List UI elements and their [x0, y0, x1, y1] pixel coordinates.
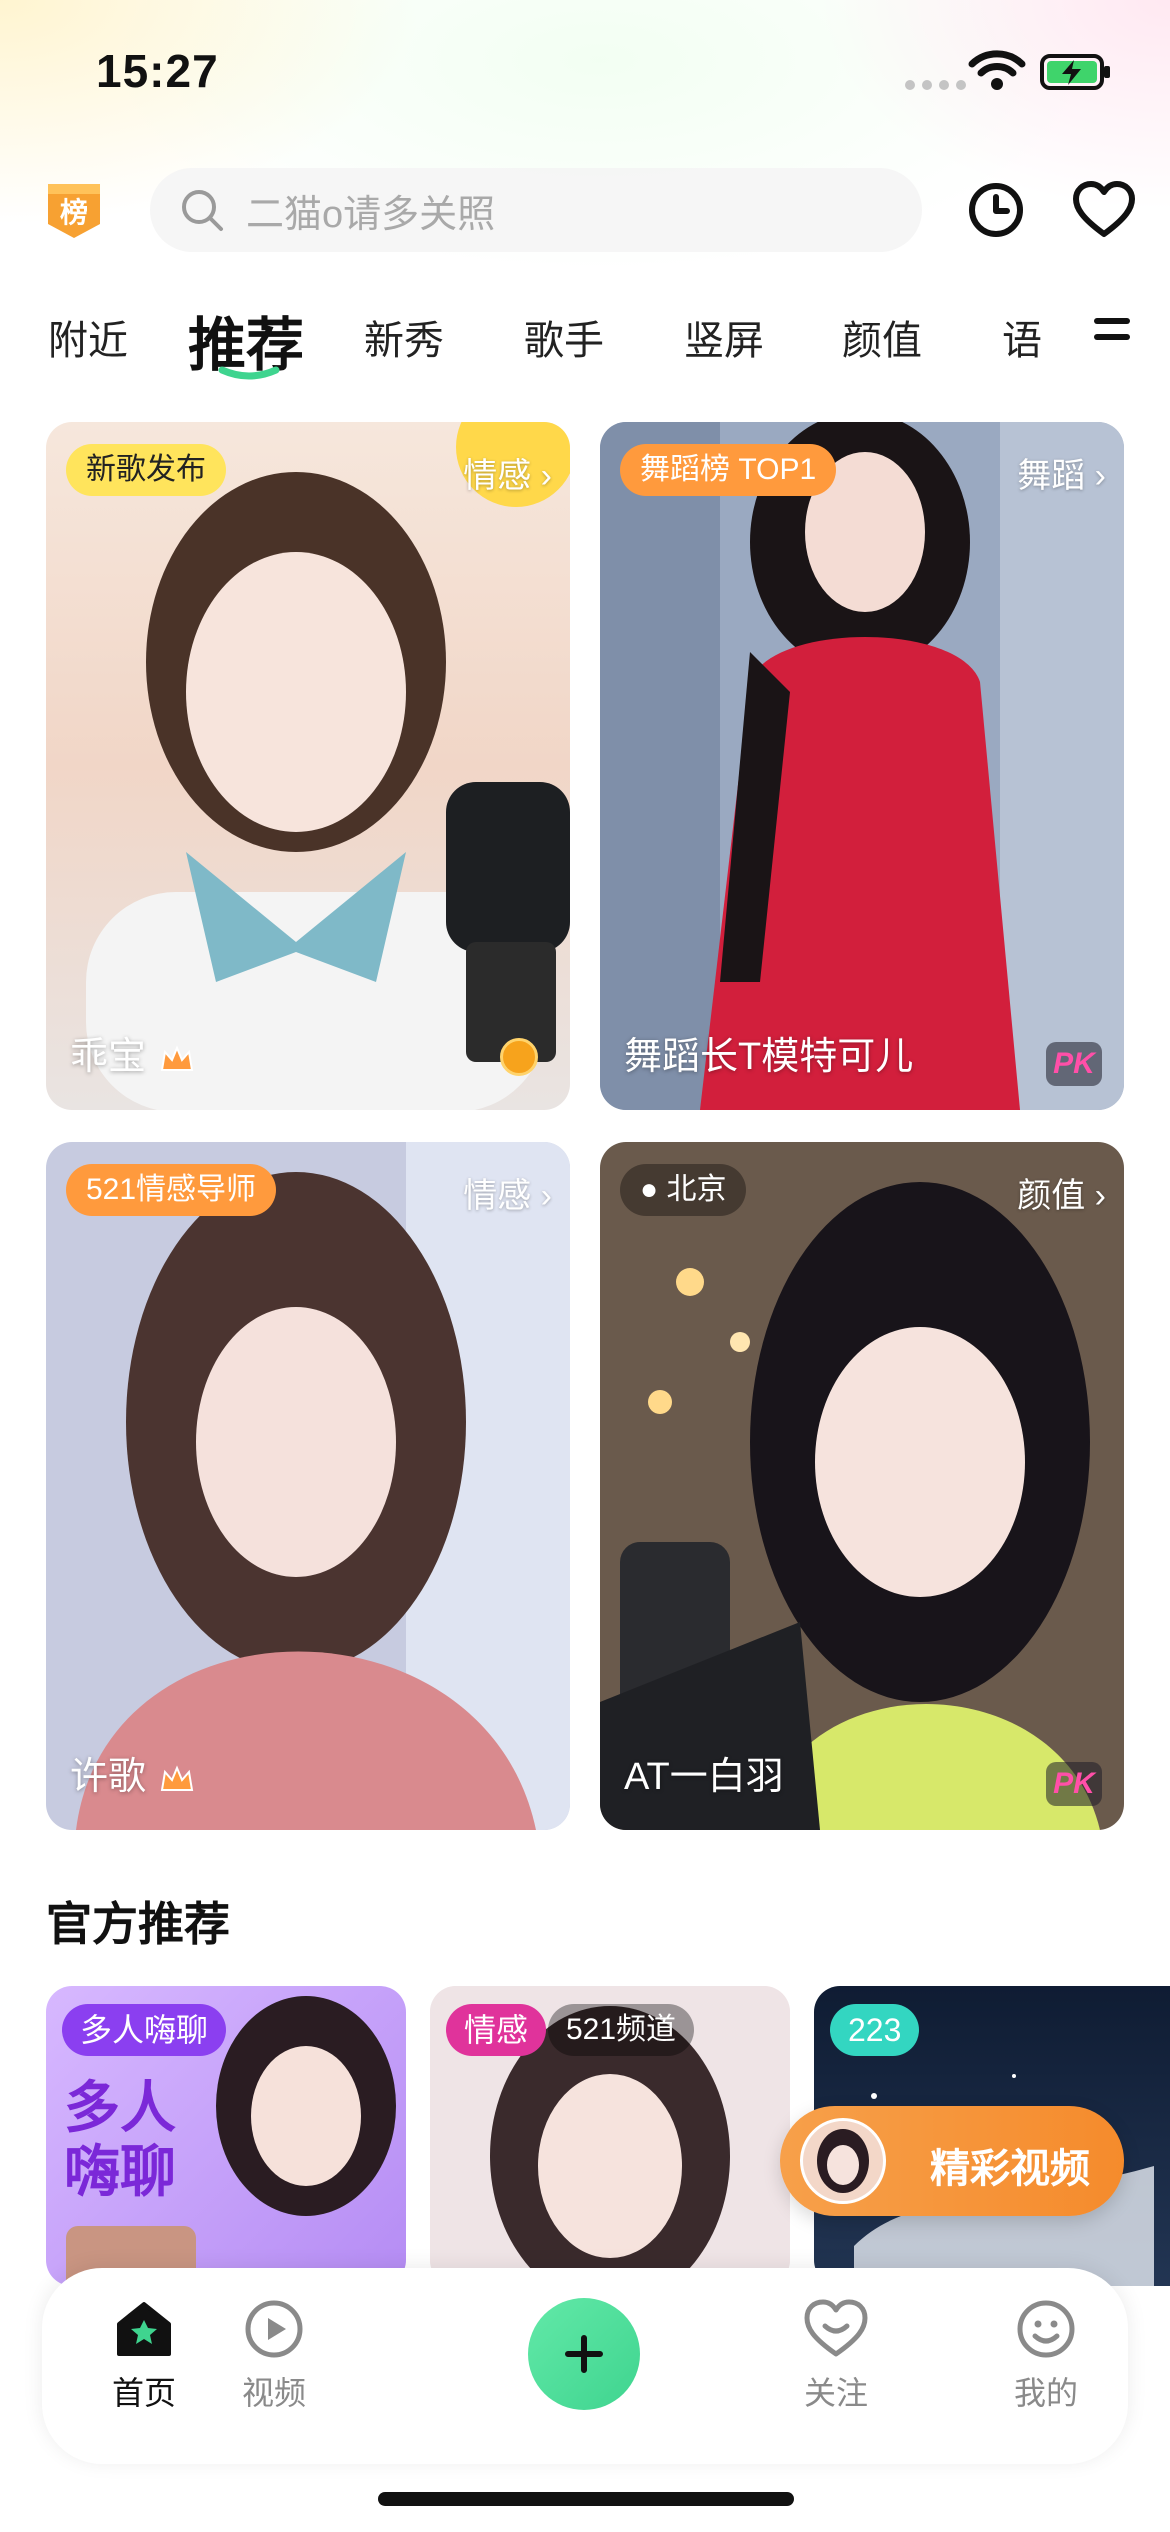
- streamer-name: 乖宝: [70, 1025, 194, 1080]
- home-indicator: [378, 2492, 794, 2506]
- history-clock-icon[interactable]: [966, 180, 1026, 240]
- streamer-photo: [600, 1142, 1124, 1830]
- section-title: 官方推荐: [46, 1898, 230, 1950]
- official-card[interactable]: 多人嗨聊 多人 嗨聊: [46, 1986, 406, 2286]
- live-card[interactable]: 舞蹈榜 TOP1 舞蹈 › 舞蹈长T模特可儿 PK: [600, 422, 1124, 1110]
- battery-charging-icon: [1040, 54, 1110, 90]
- coin-icon: [500, 1038, 538, 1076]
- category-tabs: 附近 推荐 新秀 歌手 竖屏 颜值 语: [0, 298, 1100, 388]
- live-card[interactable]: 521情感导师 情感 › 许歌: [46, 1142, 570, 1830]
- tab-singer[interactable]: 歌手: [524, 308, 604, 366]
- rank-badge-icon[interactable]: 榜: [46, 182, 102, 240]
- location-pin-icon: ●: [640, 1173, 667, 1206]
- search-icon: [182, 190, 223, 231]
- crown-icon: [160, 1045, 194, 1071]
- nav-home[interactable]: 首页: [84, 2296, 204, 2414]
- card-tag: ● 北京: [620, 1164, 747, 1216]
- create-live-button[interactable]: [528, 2298, 640, 2410]
- streamer-name: 舞蹈长T模特可儿: [624, 1036, 914, 1078]
- wifi-icon: [968, 50, 1026, 90]
- tab-newcomer[interactable]: 新秀: [364, 308, 444, 366]
- tab-voice[interactable]: 语: [1002, 308, 1042, 366]
- cellular-signal-icon: [905, 80, 966, 90]
- card-chip: 223: [830, 2004, 920, 2056]
- streamer-photo: [46, 422, 570, 1110]
- card-channel-label: 521频道: [548, 2004, 695, 2056]
- profile-smile-icon: [1017, 2300, 1075, 2358]
- card-chip: 情感: [446, 2004, 547, 2056]
- avatar: [800, 2118, 886, 2204]
- nav-follow[interactable]: 关注: [776, 2296, 896, 2414]
- streamer-name: AT一白羽: [624, 1756, 784, 1798]
- svg-text:榜: 榜: [60, 196, 88, 229]
- featured-video-button[interactable]: 精彩视频: [780, 2106, 1124, 2216]
- streamer-photo: [46, 1142, 570, 1830]
- card-tag: 521情感导师: [66, 1164, 277, 1216]
- featured-video-label: 精彩视频: [930, 2147, 1090, 2191]
- tab-looks[interactable]: 颜值: [842, 308, 922, 366]
- favorites-heart-icon[interactable]: [1072, 180, 1136, 240]
- card-chip: 多人嗨聊: [62, 2004, 227, 2056]
- official-card[interactable]: 情感 521频道: [430, 1986, 790, 2286]
- search-input[interactable]: 二猫o请多关照: [150, 168, 922, 252]
- pk-badge: PK: [1046, 1042, 1102, 1086]
- card-category-link[interactable]: 情感 ›: [463, 1168, 552, 1217]
- tabs-menu-icon[interactable]: [1094, 318, 1134, 348]
- card-tag: 舞蹈榜 TOP1: [620, 444, 837, 496]
- status-time: 15:27: [96, 45, 219, 97]
- search-placeholder: 二猫o请多关照: [246, 193, 496, 236]
- tab-nearby[interactable]: 附近: [48, 308, 128, 366]
- pk-badge: PK: [1046, 1762, 1102, 1806]
- card-tag: 新歌发布: [66, 444, 226, 496]
- card-category-link[interactable]: 舞蹈 ›: [1017, 448, 1106, 497]
- live-card[interactable]: ● 北京 颜值 › AT一白羽 PK: [600, 1142, 1124, 1830]
- nav-video[interactable]: 视频: [214, 2296, 334, 2414]
- card-title-art: 多人 嗨聊: [64, 2076, 176, 2203]
- crown-icon: [160, 1765, 194, 1791]
- card-category-link[interactable]: 颜值 ›: [1017, 1168, 1106, 1217]
- video-play-icon: [245, 2300, 303, 2358]
- streamer-photo: [600, 422, 1124, 1110]
- tab-vertical[interactable]: 竖屏: [684, 308, 764, 366]
- nav-profile[interactable]: 我的: [986, 2296, 1106, 2414]
- streamer-name: 许歌: [70, 1745, 194, 1800]
- card-category-link[interactable]: 情感 ›: [463, 448, 552, 497]
- bottom-navigation: 首页 视频 关注 我的: [42, 2268, 1128, 2464]
- status-bar: 15:27: [0, 0, 1170, 150]
- plus-icon: [565, 2335, 603, 2373]
- home-icon: [117, 2302, 171, 2356]
- live-card[interactable]: 新歌发布 情感 › 乖宝: [46, 422, 570, 1110]
- active-tab-indicator: [218, 366, 280, 380]
- follow-heart-icon: [804, 2299, 868, 2357]
